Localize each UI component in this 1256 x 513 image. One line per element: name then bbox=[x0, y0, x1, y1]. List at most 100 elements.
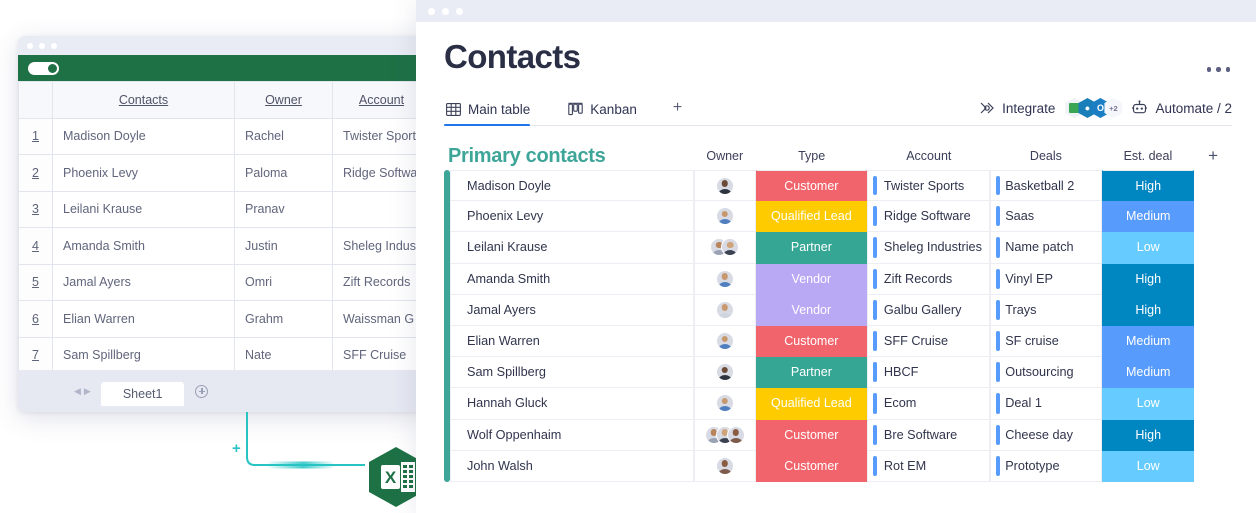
cell-contact-name[interactable]: Wolf Oppenhaim bbox=[450, 419, 694, 451]
spreadsheet-row[interactable]: 3 Leilani Krause Pranav bbox=[18, 190, 430, 228]
cell-contact-name[interactable]: Hannah Gluck bbox=[450, 388, 694, 420]
status-badge-est-deal[interactable]: High bbox=[1102, 294, 1195, 326]
status-badge-type[interactable]: Vendor bbox=[755, 263, 867, 295]
tab-kanban[interactable]: Kanban bbox=[566, 102, 649, 125]
spreadsheet-row-number[interactable]: 3 bbox=[18, 190, 53, 228]
spreadsheet-row-number[interactable]: 5 bbox=[18, 263, 53, 301]
status-badge-type[interactable]: Customer bbox=[755, 419, 867, 451]
status-badge-est-deal[interactable]: High bbox=[1102, 263, 1195, 295]
cell-contact-name[interactable]: Phoenix Levy bbox=[450, 201, 694, 233]
add-view-button[interactable]: + bbox=[673, 99, 682, 125]
status-badge-est-deal[interactable]: Low bbox=[1102, 232, 1195, 264]
status-badge-type[interactable]: Partner bbox=[755, 357, 867, 389]
spreadsheet-cell-contact[interactable]: Sam Spillberg bbox=[52, 336, 235, 374]
cell-owner[interactable] bbox=[693, 263, 756, 295]
avatar[interactable] bbox=[715, 269, 734, 288]
spreadsheet-row[interactable]: 6 Elian Warren Grahm Waissman G bbox=[18, 300, 430, 338]
integration-apps-icons[interactable]: ● O +2 bbox=[1065, 98, 1123, 118]
avatar[interactable] bbox=[715, 207, 734, 226]
window-dot-maximize[interactable] bbox=[51, 42, 57, 49]
table-row[interactable]: Phoenix Levy Qualified Lead Ridge Software… bbox=[450, 201, 1232, 233]
spreadsheet-cell-contact[interactable]: Jamal Ayers bbox=[52, 263, 235, 301]
avatar[interactable] bbox=[715, 394, 734, 413]
cell-owner[interactable] bbox=[693, 325, 756, 358]
cell-account[interactable]: Twister Sports bbox=[866, 170, 991, 202]
cell-contact-name[interactable]: Jamal Ayers bbox=[450, 294, 694, 326]
add-column-button[interactable]: + bbox=[1194, 146, 1232, 166]
cell-deal[interactable]: Trays bbox=[990, 294, 1103, 326]
column-header-owner[interactable]: Owner bbox=[694, 149, 756, 163]
sheet-tab-sheet1[interactable]: Sheet1 bbox=[100, 382, 185, 406]
app-icon-overflow-count[interactable]: +2 bbox=[1104, 98, 1123, 118]
table-row[interactable]: Wolf Oppenhaim Customer Bre Software Cheese… bbox=[450, 419, 1232, 451]
sheet-nav-arrows-icon[interactable]: ◀▶ bbox=[74, 386, 94, 397]
spreadsheet-cell-contact[interactable]: Madison Doyle bbox=[52, 117, 235, 155]
avatar[interactable] bbox=[721, 238, 740, 257]
cell-account[interactable]: Zift Records bbox=[866, 263, 991, 295]
spreadsheet-header-owner[interactable]: Owner bbox=[234, 81, 333, 119]
cell-contact-name[interactable]: Leilani Krause bbox=[450, 232, 694, 264]
spreadsheet-cell-owner[interactable]: Rachel bbox=[234, 117, 333, 155]
cell-owner[interactable] bbox=[693, 294, 756, 326]
cell-account[interactable]: Ridge Software bbox=[866, 201, 991, 233]
more-options-button[interactable] bbox=[1206, 67, 1230, 72]
add-sheet-icon[interactable] bbox=[195, 384, 209, 398]
column-header-deals[interactable]: Deals bbox=[990, 149, 1101, 163]
spreadsheet-row[interactable]: 5 Jamal Ayers Omri Zift Records bbox=[18, 263, 430, 301]
cell-contact-name[interactable]: John Walsh bbox=[450, 450, 694, 482]
integrate-button[interactable]: Integrate bbox=[979, 100, 1055, 116]
connector-plus-icon[interactable]: + bbox=[232, 440, 241, 457]
cell-account[interactable]: HBCF bbox=[866, 357, 991, 389]
status-badge-est-deal[interactable]: Low bbox=[1102, 388, 1195, 420]
cell-account[interactable]: Rot EM bbox=[866, 450, 991, 482]
table-row[interactable]: Sam Spillberg Partner HBCF Outsourcing Mediu… bbox=[450, 357, 1232, 389]
cell-deal[interactable]: Deal 1 bbox=[990, 388, 1103, 420]
cell-owner[interactable] bbox=[693, 450, 756, 482]
cell-owner[interactable] bbox=[693, 232, 756, 264]
spreadsheet-cell-owner[interactable]: Nate bbox=[234, 336, 333, 374]
status-badge-type[interactable]: Customer bbox=[755, 325, 867, 358]
spreadsheet-cell-contact[interactable]: Phoenix Levy bbox=[52, 154, 235, 192]
cell-deal[interactable]: SF cruise bbox=[990, 325, 1103, 358]
cell-deal[interactable]: Prototype bbox=[990, 450, 1103, 482]
window-dot-close[interactable] bbox=[27, 42, 33, 49]
column-header-est-deal[interactable]: Est. deal bbox=[1102, 149, 1195, 163]
status-badge-est-deal[interactable]: High bbox=[1102, 170, 1195, 202]
cell-owner[interactable] bbox=[693, 201, 756, 233]
cell-owner[interactable] bbox=[693, 388, 756, 420]
column-header-account[interactable]: Account bbox=[867, 149, 990, 163]
cell-account[interactable]: Bre Software bbox=[866, 419, 991, 451]
status-badge-est-deal[interactable]: High bbox=[1102, 419, 1195, 451]
cell-account[interactable]: Galbu Gallery bbox=[866, 294, 991, 326]
cell-account[interactable]: Ecom bbox=[866, 388, 991, 420]
cell-contact-name[interactable]: Madison Doyle bbox=[450, 170, 694, 202]
spreadsheet-row-number[interactable]: 6 bbox=[18, 300, 53, 338]
spreadsheet-cell-contact[interactable]: Leilani Krause bbox=[52, 190, 235, 228]
cell-contact-name[interactable]: Sam Spillberg bbox=[450, 357, 694, 389]
table-row[interactable]: Elian Warren Customer SFF Cruise SF cruise M… bbox=[450, 325, 1232, 358]
cell-deal[interactable]: Outsourcing bbox=[990, 357, 1103, 389]
status-badge-type[interactable]: Customer bbox=[755, 170, 867, 202]
status-badge-est-deal[interactable]: Medium bbox=[1102, 201, 1195, 233]
cell-contact-name[interactable]: Amanda Smith bbox=[450, 263, 694, 295]
spreadsheet-cell-owner[interactable]: Omri bbox=[234, 263, 333, 301]
status-badge-type[interactable]: Customer bbox=[755, 450, 867, 482]
window-dot-minimize[interactable] bbox=[39, 42, 45, 49]
status-badge-type[interactable]: Qualified Lead bbox=[755, 388, 867, 420]
window-dot-close[interactable] bbox=[428, 7, 435, 15]
cell-deal[interactable]: Name patch bbox=[990, 232, 1103, 264]
cell-owner[interactable] bbox=[693, 419, 756, 451]
avatar[interactable] bbox=[715, 363, 734, 382]
spreadsheet-row-number[interactable]: 4 bbox=[18, 227, 53, 265]
status-badge-est-deal[interactable]: Low bbox=[1102, 450, 1195, 482]
spreadsheet-row[interactable]: 7 Sam Spillberg Nate SFF Cruise bbox=[18, 336, 430, 374]
status-badge-type[interactable]: Partner bbox=[755, 232, 867, 264]
table-row[interactable]: Madison Doyle Customer Twister Sports Baske… bbox=[450, 170, 1232, 202]
spreadsheet-cell-owner[interactable]: Pranav bbox=[234, 190, 333, 228]
cell-owner[interactable] bbox=[693, 357, 756, 389]
cell-deal[interactable]: Vinyl EP bbox=[990, 263, 1103, 295]
cell-deal[interactable]: Saas bbox=[990, 201, 1103, 233]
spreadsheet-header-contacts[interactable]: Contacts bbox=[52, 81, 235, 119]
cell-account[interactable]: Sheleg Industries bbox=[866, 232, 991, 264]
tab-main-table[interactable]: Main table bbox=[444, 102, 542, 126]
